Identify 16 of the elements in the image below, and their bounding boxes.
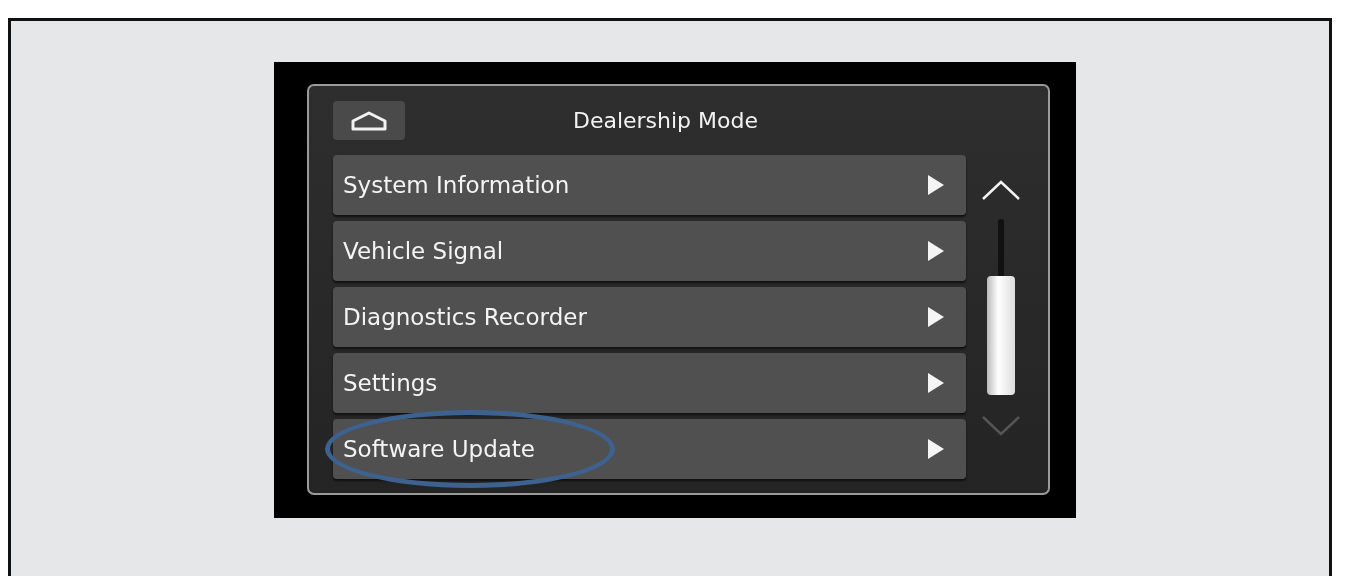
chevron-up-icon[interactable] xyxy=(981,179,1021,201)
menu-item[interactable]: Software Update xyxy=(333,419,966,479)
screen-title: Dealership Mode xyxy=(571,108,760,133)
triangle-right-icon xyxy=(928,241,944,261)
triangle-right-icon xyxy=(928,439,944,459)
triangle-right-icon xyxy=(928,373,944,393)
scrollbar-thumb[interactable] xyxy=(987,276,1015,395)
triangle-right-icon xyxy=(928,307,944,327)
home-button[interactable] xyxy=(333,101,405,140)
menu-item[interactable]: Vehicle Signal xyxy=(333,221,966,281)
menu-item[interactable]: Settings xyxy=(333,353,966,413)
scrollbar-track xyxy=(998,219,1004,276)
menu-item[interactable]: Diagnostics Recorder xyxy=(333,287,966,347)
menu-item[interactable]: System Information xyxy=(333,155,966,215)
triangle-right-icon xyxy=(928,175,944,195)
house-icon xyxy=(351,110,387,131)
